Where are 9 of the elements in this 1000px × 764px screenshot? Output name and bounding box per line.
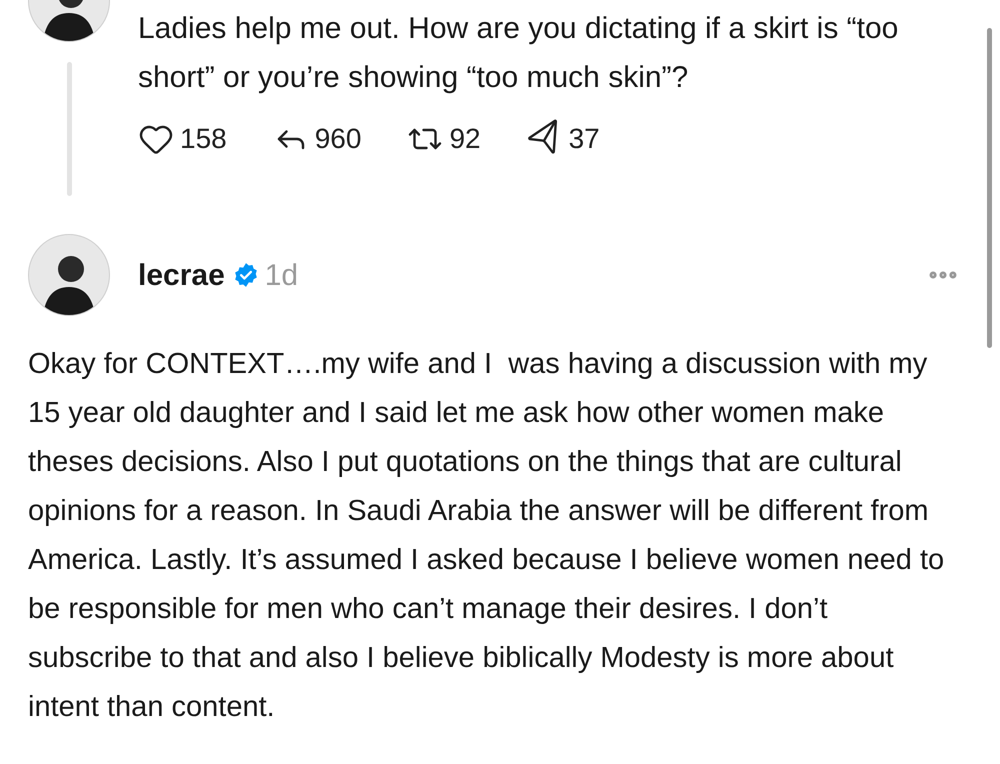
post-text: Okay for CONTEXT….my wife and I was having a discussion with my 15 year old daughter and I said let me ask how other women make theses decisions. Also I put quotations on the things that are cultural opinions for a reason. In Saudi Arabia the answer will be different from America. Lastly. It’s assumed I asked because I believe women need to be responsible for men who can’t manage their desires. I don’t subscribe to that and also I believe biblically Modesty is more about intent than content. (27, 347, 946, 725)
username[interactable]: lecrae (138, 252, 225, 298)
post-text: Ladies help me out. How are you dictating if a skirt is “too short” or you’re showing “too much skin”? (138, 11, 900, 96)
action-count: 37 (568, 122, 600, 156)
scrollbar[interactable] (987, 28, 992, 348)
action-count: 92 (449, 122, 481, 156)
action-count: 960 (314, 122, 362, 156)
post-time: 1d (264, 258, 298, 294)
action-count: 158 (180, 122, 227, 156)
